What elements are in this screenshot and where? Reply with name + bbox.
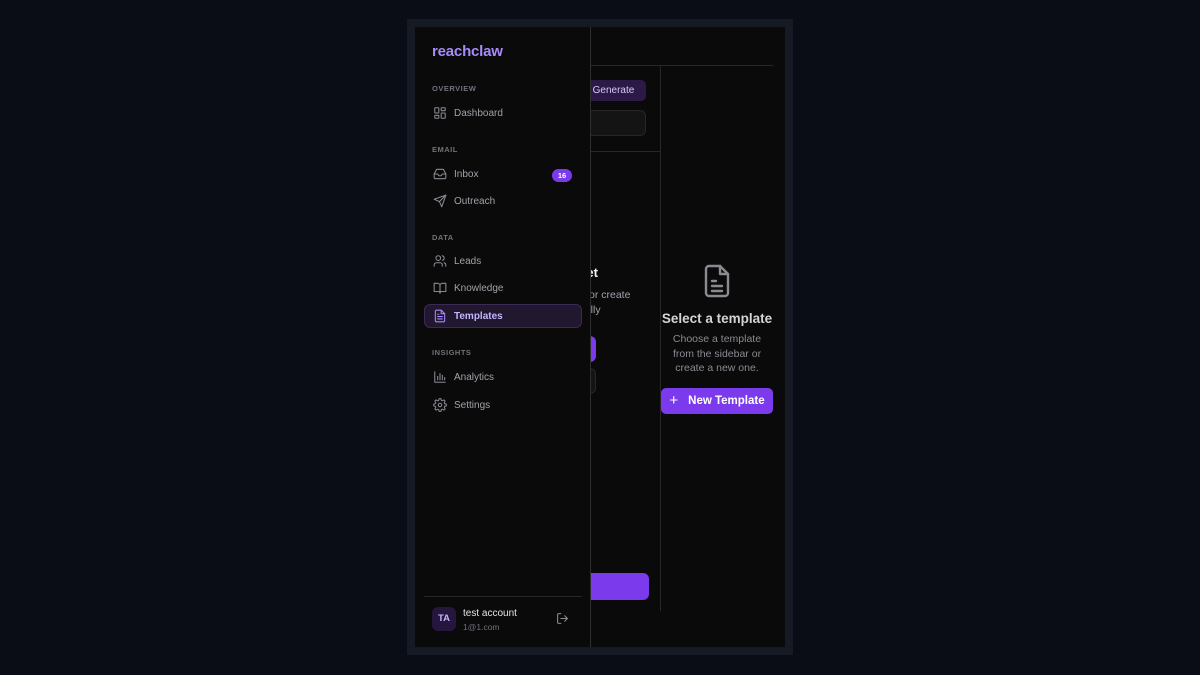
sidebar-item-label: Dashboard xyxy=(454,107,503,119)
file-text-icon xyxy=(704,264,730,298)
sidebar-item-knowledge[interactable]: Knowledge xyxy=(424,276,582,300)
new-template-button[interactable]: + New Template xyxy=(661,387,773,414)
sidebar-item-label: Settings xyxy=(454,399,491,411)
gear-icon xyxy=(433,398,447,412)
sidebar-item-label: Outreach xyxy=(454,195,496,207)
avatar[interactable]: TA xyxy=(432,607,456,631)
inbox-icon xyxy=(433,168,447,180)
sidebar-item-templates[interactable]: Templates xyxy=(424,304,582,328)
sidebar-footer-divider xyxy=(424,596,582,597)
section-overview: OVERVIEW xyxy=(432,84,477,93)
bar-chart-icon xyxy=(434,371,446,383)
plus-icon: + xyxy=(669,392,679,409)
sidebar-item-label: Inbox xyxy=(454,168,479,180)
sidebar-item-leads[interactable]: Leads xyxy=(424,249,582,273)
user-name: test account xyxy=(463,608,517,619)
detail-description: Choose a template from the sidebar or cr… xyxy=(672,333,762,374)
sidebar-item-outreach[interactable]: Outreach xyxy=(424,189,582,213)
dashboard-icon xyxy=(434,107,446,119)
logout-icon[interactable] xyxy=(556,612,569,625)
sidebar-item-label: Analytics xyxy=(454,371,495,383)
brand-logo[interactable]: reachclaw xyxy=(432,43,503,60)
sidebar-item-analytics[interactable]: Analytics xyxy=(424,365,582,389)
section-email: EMAIL xyxy=(432,145,458,154)
send-icon xyxy=(433,194,447,208)
sidebar-item-inbox[interactable]: Inbox 16 xyxy=(424,162,582,186)
app-window: Generate No templates yet or create uall… xyxy=(415,27,785,647)
user-email: 1@1.com xyxy=(463,622,500,632)
section-data: DATA xyxy=(432,233,454,242)
sidebar-item-settings[interactable]: Settings xyxy=(424,393,582,417)
template-detail-empty-state: Select a template Choose a template from… xyxy=(661,263,773,414)
inbox-count-badge: 16 xyxy=(552,169,572,182)
file-text-icon xyxy=(434,309,446,323)
users-icon xyxy=(433,255,447,267)
detail-title: Select a template xyxy=(661,311,773,326)
sidebar-item-label: Knowledge xyxy=(454,282,504,294)
sidebar-item-label: Templates xyxy=(454,310,503,322)
sidebar-item-dashboard[interactable]: Dashboard xyxy=(424,101,582,125)
book-icon xyxy=(433,282,447,294)
new-template-label: New Template xyxy=(688,394,765,407)
section-insights: INSIGHTS xyxy=(432,348,472,357)
sidebar-item-label: Leads xyxy=(454,255,482,267)
sidebar: reachclaw OVERVIEW Dashboard EMAIL Inbox… xyxy=(415,27,591,647)
